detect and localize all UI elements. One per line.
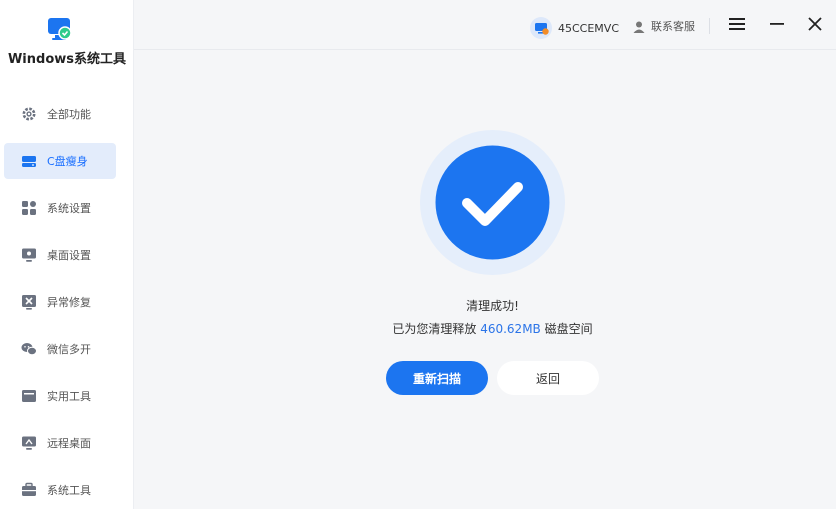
sidebar-item-label: C盘瘦身: [47, 155, 88, 168]
sidebar-item-label: 远程桌面: [47, 437, 91, 450]
sidebar-item-label: 桌面设置: [47, 249, 91, 262]
result-title: 清理成功!: [466, 299, 519, 313]
contact-support-link[interactable]: 联系客服: [632, 18, 695, 34]
avatar: [530, 17, 552, 39]
minimize-button[interactable]: [767, 15, 787, 35]
user-support-icon: [632, 19, 646, 33]
sidebar-item-label: 异常修复: [47, 296, 91, 309]
sidebar-item-label: 实用工具: [47, 390, 91, 403]
close-icon: [808, 16, 822, 35]
app-title: Windows系统工具: [7, 52, 127, 67]
result-detail-suffix: 磁盘空间: [540, 322, 593, 336]
drive-icon: [20, 152, 38, 170]
sidebar-item-utilities[interactable]: 实用工具: [4, 378, 116, 414]
sidebar-item-label: 系统设置: [47, 202, 91, 215]
sidebar-item-desktop-settings[interactable]: 桌面设置: [4, 237, 116, 273]
title-bar: 45CCEMVC 联系客服: [134, 0, 836, 50]
hamburger-menu-icon: [729, 16, 745, 35]
minimize-icon: [770, 16, 784, 35]
apps-grid-icon: [20, 199, 38, 217]
sidebar-item-label: 微信多开: [47, 343, 91, 356]
close-button[interactable]: [805, 15, 825, 35]
remote-desktop-icon: [20, 434, 38, 452]
app-logo-icon: [47, 16, 73, 42]
contact-support-label: 联系客服: [651, 20, 695, 33]
gear-icon: [20, 105, 38, 123]
sidebar-item-label: 系统工具: [47, 484, 91, 497]
sidebar-item-label: 全部功能: [47, 108, 91, 121]
monitor-icon: [20, 246, 38, 264]
header-divider: [134, 49, 836, 50]
success-check-icon: [420, 130, 565, 275]
sidebar-item-repair[interactable]: 异常修复: [4, 284, 116, 320]
menu-button[interactable]: [727, 15, 747, 35]
wechat-icon: [20, 340, 38, 358]
sidebar-item-remote-desktop[interactable]: 远程桌面: [4, 425, 116, 461]
sidebar-item-system-settings[interactable]: 系统设置: [4, 190, 116, 226]
back-button[interactable]: 返回: [497, 361, 599, 395]
sidebar-item-wechat-multi[interactable]: 微信多开: [4, 331, 116, 367]
sidebar: Windows系统工具 全部功能 C盘瘦身 系统设置 桌面设置 异常修复 微信多…: [0, 0, 134, 509]
rescan-button[interactable]: 重新扫描: [386, 361, 488, 395]
divider: [709, 18, 710, 34]
user-account[interactable]: 45CCEMVC: [530, 17, 619, 39]
briefcase-icon: [20, 481, 38, 499]
sidebar-item-system-tools[interactable]: 系统工具: [4, 472, 116, 508]
result-detail: 已为您清理释放 460.62MB 磁盘空间: [360, 320, 625, 337]
toolbox-icon: [20, 387, 38, 405]
sidebar-item-all-features[interactable]: 全部功能: [4, 96, 116, 132]
username: 45CCEMVC: [558, 21, 620, 35]
repair-icon: [20, 293, 38, 311]
sidebar-item-c-drive-slim[interactable]: C盘瘦身: [4, 143, 116, 179]
freed-space-amount: 460.62MB: [480, 322, 541, 336]
result-detail-prefix: 已为您清理释放: [392, 322, 481, 336]
